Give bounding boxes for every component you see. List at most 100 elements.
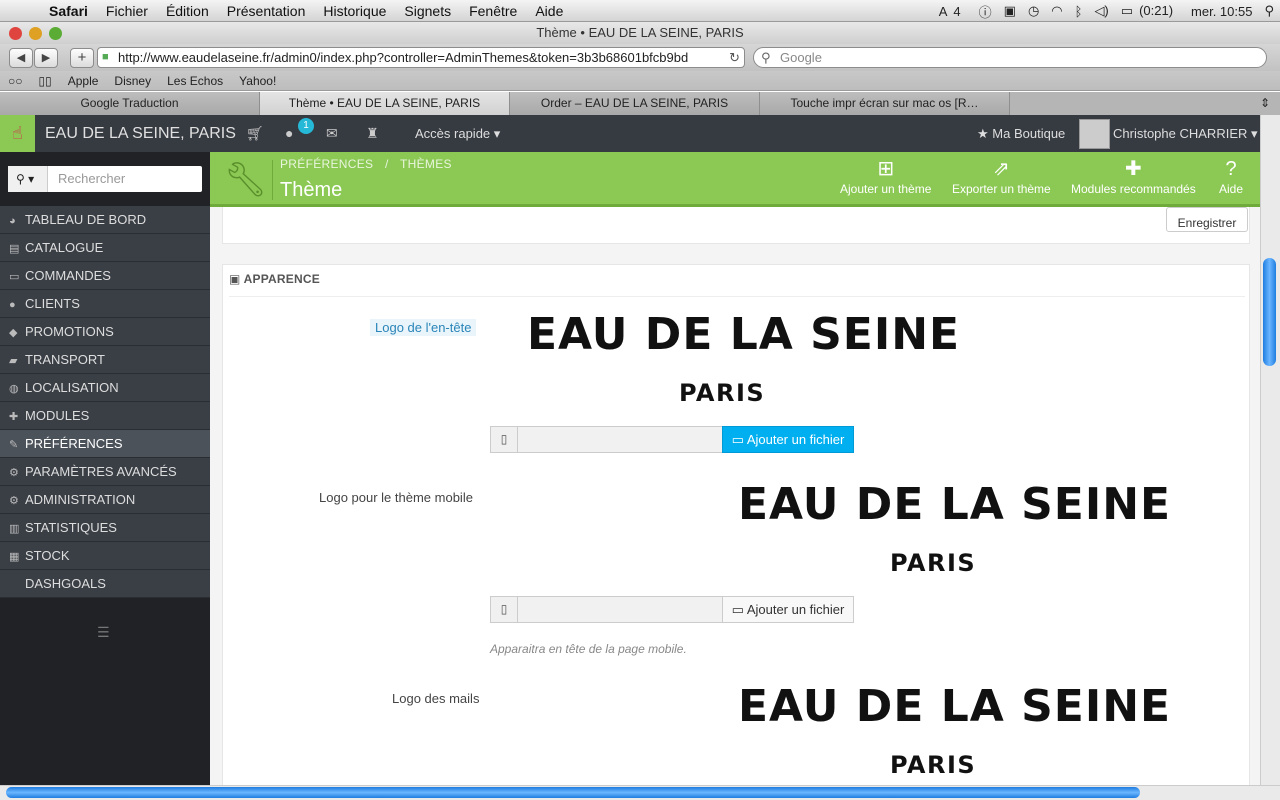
quick-access-menu[interactable]: Accès rapide ▾	[415, 115, 500, 152]
add-theme-button[interactable]: ⊞ Ajouter un thème	[840, 156, 931, 196]
mail-icon[interactable]: ✉	[326, 115, 338, 152]
spotlight-icon[interactable]: ⚲	[1258, 3, 1280, 19]
sidebar-item-preferences[interactable]: ✎ PRÉFÉRENCES	[0, 430, 210, 458]
export-theme-button[interactable]: ⇗ Exporter un thème	[952, 156, 1051, 196]
add-bookmark-button[interactable]: +	[70, 48, 94, 68]
breadcrumb-preferences[interactable]: PRÉFÉRENCES	[280, 157, 373, 171]
tab-touche-impr[interactable]: Touche impr écran sur mac os [R…	[760, 92, 1010, 115]
bluetooth-icon[interactable]: ᛒ	[1069, 4, 1089, 19]
breadcrumb-themes[interactable]: THÈMES	[400, 157, 452, 171]
file-icon: ▯	[490, 596, 518, 623]
collapse-menu-icon[interactable]: ☰	[97, 624, 110, 641]
shop-name[interactable]: EAU DE LA SEINE, PARIS	[45, 115, 236, 152]
bookmark-disney[interactable]: Disney	[106, 74, 159, 88]
file-name-field[interactable]	[517, 426, 723, 453]
mobile-logo-file-input[interactable]: ▯ ▭ Ajouter un fichier	[490, 596, 854, 623]
menu-presentation[interactable]: Présentation	[218, 3, 315, 19]
sidebar-item-stock[interactable]: ▦ STOCK	[0, 542, 210, 570]
header-logo-file-input[interactable]: ▯ ▭ Ajouter un fichier	[490, 426, 854, 453]
add-file-button[interactable]: ▭ Ajouter un fichier	[722, 596, 854, 623]
prestashop-logo-icon[interactable]: ☝	[0, 115, 35, 152]
forward-button[interactable]: ▶	[34, 48, 58, 68]
menu-aide[interactable]: Aide	[526, 3, 572, 19]
tab-theme[interactable]: Thème • EAU DE LA SEINE, PARIS	[260, 92, 510, 115]
my-shop-link[interactable]: ★ Ma Boutique	[977, 115, 1065, 152]
close-window-icon[interactable]	[9, 27, 22, 40]
sidebar-search-input[interactable]: Rechercher	[58, 166, 125, 192]
caret-down-icon: ▾	[493, 126, 501, 141]
sync-icon[interactable]: ⓘ	[973, 2, 998, 21]
tab-order[interactable]: Order – EAU DE LA SEINE, PARIS	[510, 92, 760, 115]
user-notification-icon[interactable]: ●	[285, 115, 293, 152]
recommended-modules-button[interactable]: ✚ Modules recommandés	[1071, 156, 1196, 196]
cart-icon[interactable]: 🛒︎	[246, 115, 264, 152]
menu-historique[interactable]: Historique	[314, 3, 395, 19]
cogs-icon: ⚙	[9, 467, 19, 479]
minimize-window-icon[interactable]	[29, 27, 42, 40]
battery-time: (0:21)	[1139, 3, 1174, 18]
bookmark-les-echos[interactable]: Les Echos	[159, 74, 231, 88]
sidebar-menu: ◕ TABLEAU DE BORD ▤ CATALOGUE ▭ COMMANDES ●…	[0, 206, 210, 598]
truck-icon: ▰	[9, 355, 18, 367]
bookmark-yahoo[interactable]: Yahoo!	[231, 74, 284, 88]
menu-fenetre[interactable]: Fenêtre	[460, 3, 526, 19]
url-field[interactable]: ■ http://www.eaudelaseine.fr/admin0/inde…	[97, 47, 745, 68]
user-menu[interactable]: Christophe CHARRIER ▾	[1113, 115, 1258, 152]
sidebar-item-dashgoals[interactable]: DASHGOALS	[0, 570, 210, 598]
trophy-icon[interactable]: ♜	[366, 115, 379, 152]
save-button[interactable]: Enregistrer	[1166, 207, 1248, 232]
bookmarks-icon[interactable]: ▯▯	[31, 74, 60, 88]
menu-fichier[interactable]: Fichier	[97, 3, 157, 19]
wifi-icon[interactable]: ◠	[1045, 3, 1068, 19]
vertical-scrollbar[interactable]	[1260, 115, 1280, 785]
sidebar-item-commandes[interactable]: ▭ COMMANDES	[0, 262, 210, 290]
sidebar-item-statistiques[interactable]: ▥ STATISTIQUES	[0, 514, 210, 542]
users-icon: ●	[9, 299, 16, 311]
menu-signets[interactable]: Signets	[395, 3, 460, 19]
my-shop-label: Ma Boutique	[992, 126, 1066, 141]
battery-icon[interactable]: ▭ (0:21)	[1115, 3, 1185, 19]
reload-icon[interactable]: ↻	[729, 48, 740, 67]
reading-list-icon[interactable]: ○○	[0, 74, 31, 88]
bookmark-apple[interactable]: Apple	[60, 74, 107, 88]
back-button[interactable]: ◀	[9, 48, 33, 68]
volume-icon[interactable]: ◁)	[1088, 3, 1114, 19]
sidebar-item-label: STOCK	[25, 548, 70, 563]
panel-heading: ▣ APPARENCE	[229, 272, 320, 286]
search-scope-dropdown[interactable]: ⚲ ▾	[8, 166, 48, 192]
menu-edition[interactable]: Édition	[157, 3, 218, 19]
sidebar-item-clients[interactable]: ● CLIENTS	[0, 290, 210, 318]
sidebar-item-catalogue[interactable]: ▤ CATALOGUE	[0, 234, 210, 262]
tab-google-traduction[interactable]: Google Traduction	[0, 92, 260, 115]
menu-app-safari[interactable]: Safari	[40, 3, 97, 19]
time-machine-icon[interactable]: ◷	[1022, 3, 1045, 19]
search-field[interactable]: ⚲ Google	[753, 47, 1267, 68]
sidebar-item-administration[interactable]: ⚙ ADMINISTRATION	[0, 486, 210, 514]
clock[interactable]: mer. 10:55	[1185, 4, 1258, 19]
sidebar-search[interactable]: ⚲ ▾ Rechercher	[8, 166, 202, 192]
puzzle-icon: ✚	[1124, 158, 1142, 180]
bookmarks-bar: ○○ ▯▯ Apple Disney Les Echos Yahoo!	[0, 71, 1280, 91]
new-tab-area[interactable]: ⇕	[1010, 92, 1280, 115]
mobile-logo-label: Logo pour le thème mobile	[319, 490, 473, 505]
mobile-logo-subtitle: PARIS	[890, 549, 977, 577]
sidebar-item-transport[interactable]: ▰ TRANSPORT	[0, 346, 210, 374]
help-button[interactable]: ? Aide	[1219, 156, 1243, 196]
sidebar-item-localisation[interactable]: ◍ LOCALISATION	[0, 374, 210, 402]
sidebar-item-tableau-de-bord[interactable]: ◕ TABLEAU DE BORD	[0, 206, 210, 234]
app-icon[interactable]: ▣	[998, 3, 1022, 19]
horizontal-scroll-thumb[interactable]	[6, 787, 1140, 798]
sidebar-item-parametres-avances[interactable]: ⚙ PARAMÈTRES AVANCÉS	[0, 458, 210, 486]
file-icon: ▯	[490, 426, 518, 453]
vertical-scroll-thumb[interactable]	[1263, 258, 1276, 366]
breadcrumb: PRÉFÉRENCES / THÈMES	[280, 157, 452, 171]
avatar[interactable]	[1079, 119, 1110, 149]
zoom-window-icon[interactable]	[49, 27, 62, 40]
adobe-icon[interactable]: A4	[933, 4, 973, 19]
sidebar-item-modules[interactable]: ✚ MODULES	[0, 402, 210, 430]
add-file-button[interactable]: ▭ Ajouter un fichier	[722, 426, 854, 453]
sidebar-item-label: MODULES	[25, 408, 90, 423]
sidebar-item-promotions[interactable]: ◆ PROMOTIONS	[0, 318, 210, 346]
help-label: Aide	[1219, 182, 1244, 196]
file-name-field[interactable]	[517, 596, 723, 623]
